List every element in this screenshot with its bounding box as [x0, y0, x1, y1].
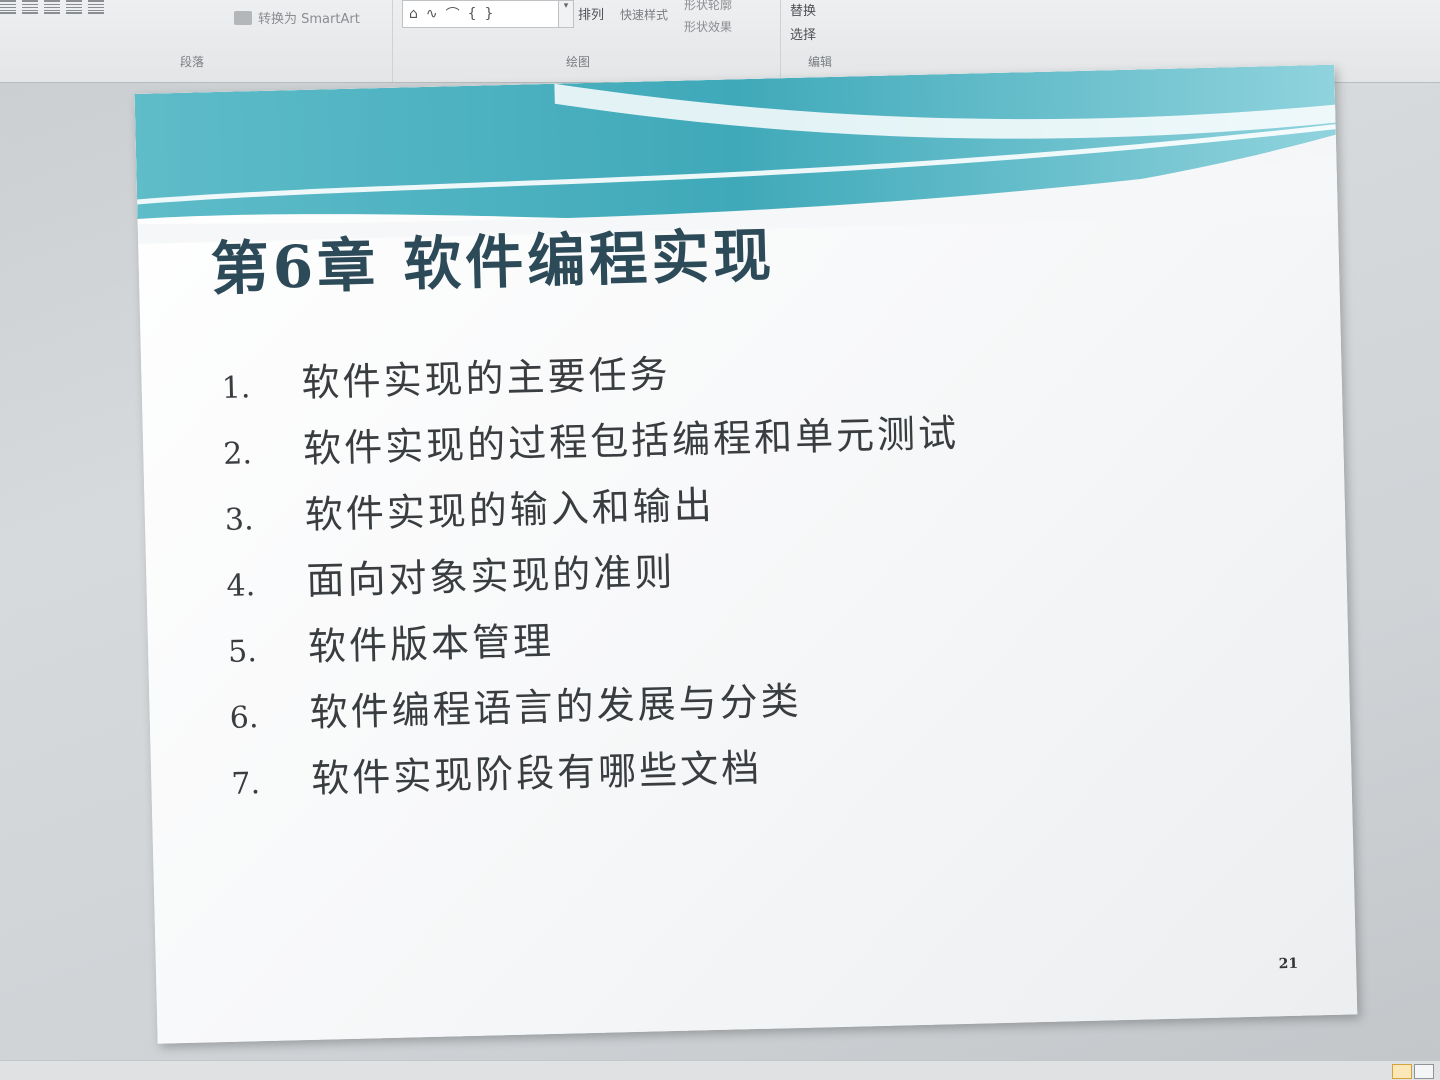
shape-outline-button[interactable]: 形状轮廓 — [684, 0, 732, 13]
slide-canvas: 第6章 软件编程实现 1. 软件实现的主要任务 2. 软件实现的过程包括编程和单… — [134, 44, 1372, 1053]
list-item-number: 5. — [227, 634, 258, 670]
align-right-icon[interactable] — [44, 0, 60, 14]
paragraph-group-label: 段落 — [180, 55, 205, 69]
arrange-button[interactable]: 排列 — [578, 4, 604, 23]
align-center-icon[interactable] — [22, 0, 38, 14]
list-item-number: 2. — [222, 436, 253, 472]
slide-page-number: 21 — [1278, 955, 1299, 973]
list-item-text: 软件实现阶段有哪些文档 — [310, 745, 763, 801]
slide-title[interactable]: 第6章 软件编程实现 — [210, 208, 776, 306]
slide-sorter-view-icon[interactable] — [1414, 1064, 1434, 1079]
select-button[interactable]: 选择 — [790, 24, 816, 43]
smartart-icon — [234, 10, 252, 25]
slide[interactable]: 第6章 软件编程实现 1. 软件实现的主要任务 2. 软件实现的过程包括编程和单… — [134, 64, 1358, 1044]
shape-curve-icon[interactable]: ∿ — [426, 6, 438, 22]
shape-rect-icon[interactable]: ⌂ — [409, 6, 418, 22]
columns-icon[interactable] — [88, 0, 104, 14]
shape-arc-icon[interactable]: ⌒ — [446, 4, 460, 24]
paragraph-align-icons — [0, 0, 104, 14]
convert-smartart-button[interactable]: 转换为 SmartArt — [234, 8, 360, 27]
list-item-number: 3. — [224, 502, 254, 538]
status-bar — [0, 1060, 1440, 1080]
quick-styles-button[interactable]: 快速样式 — [620, 6, 668, 23]
shapes-gallery[interactable]: ⌂ ∿ ⌒ { } — [402, 0, 566, 28]
shape-brace-icon[interactable]: } — [485, 6, 494, 22]
list-item-number: 6. — [229, 700, 259, 736]
shapes-gallery-more-button[interactable]: ▾ — [558, 0, 574, 28]
replace-button[interactable]: 替换 — [790, 0, 816, 19]
justify-icon[interactable] — [66, 0, 82, 14]
list-item-text: 软件编程语言的发展与分类 — [309, 678, 803, 735]
list-item-text: 软件实现的输入和输出 — [304, 482, 716, 537]
slide-item-list[interactable]: 1. 软件实现的主要任务 2. 软件实现的过程包括编程和单元测试 3. 软件实现… — [221, 336, 968, 816]
list-item-number: 4. — [226, 568, 256, 604]
list-item-number: 7. — [230, 766, 261, 802]
convert-smartart-label: 转换为 SmartArt — [258, 12, 360, 27]
normal-view-icon[interactable] — [1392, 1064, 1412, 1079]
shape-effects-button[interactable]: 形状效果 — [684, 18, 732, 35]
align-left-icon[interactable] — [0, 0, 16, 14]
list-item-number: 1. — [221, 370, 251, 406]
list-item-text: 软件版本管理 — [307, 618, 555, 669]
shape-bracket-icon[interactable]: { — [468, 6, 477, 22]
list-item-text: 软件实现的主要任务 — [301, 351, 672, 405]
list-item-text: 面向对象实现的准则 — [305, 549, 676, 603]
